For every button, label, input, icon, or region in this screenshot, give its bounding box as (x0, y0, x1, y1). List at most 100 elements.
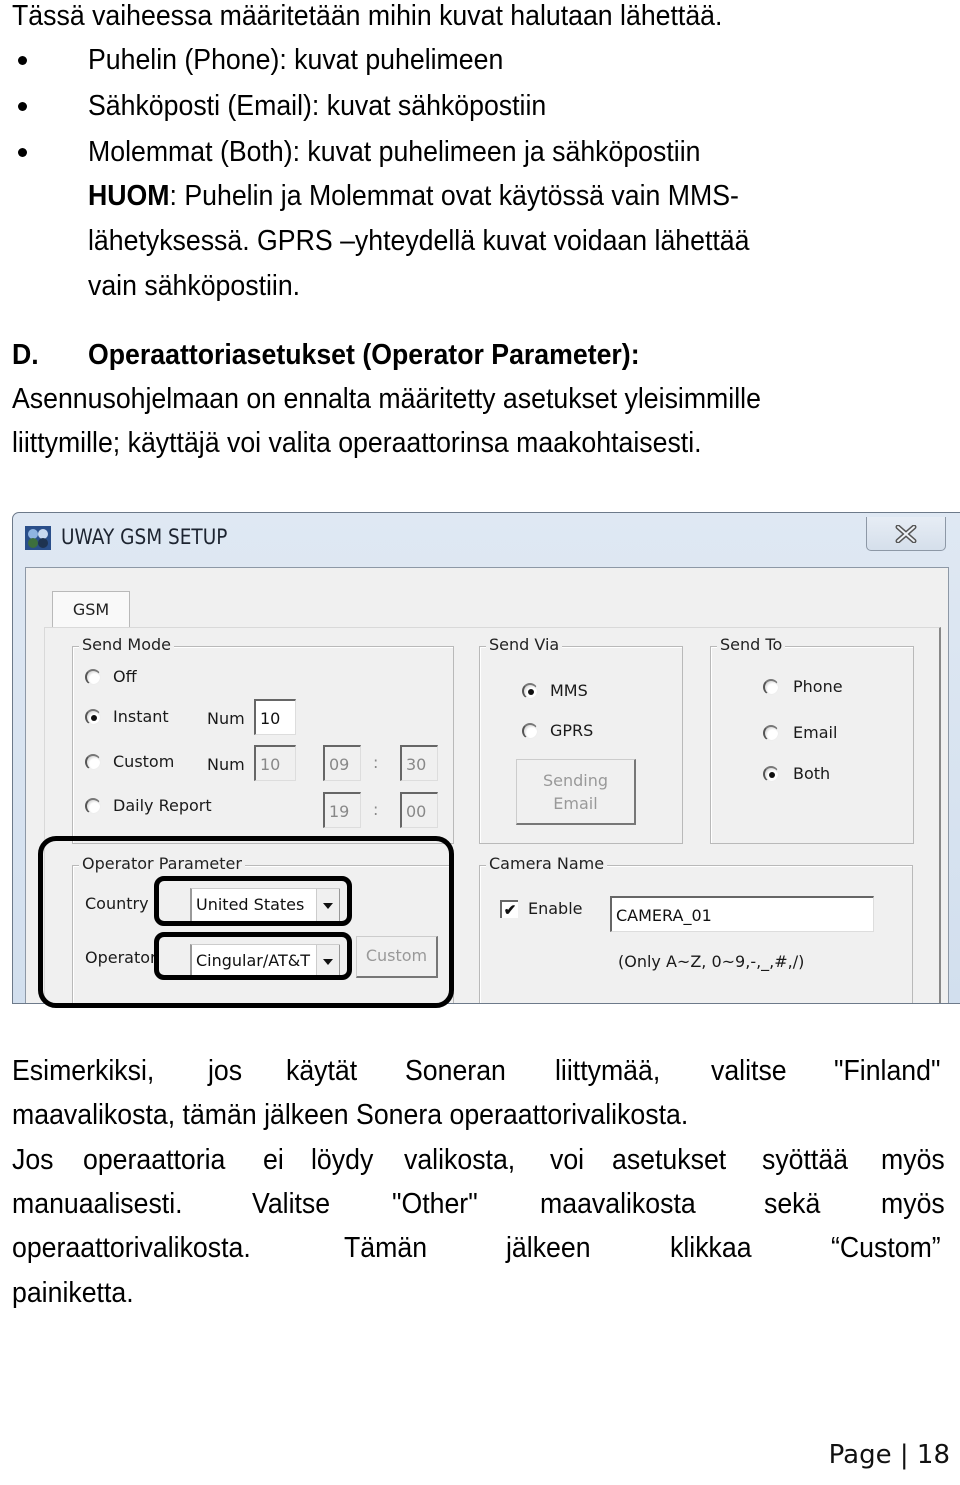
tab-gsm[interactable]: GSM (52, 591, 130, 627)
outro-word: asetukset (612, 1144, 727, 1176)
camera-name-label: Camera Name (486, 854, 608, 873)
outro-word: valitse (710, 1055, 787, 1087)
radio-mms-label: MMS (550, 681, 588, 700)
radio-daily-report[interactable] (85, 798, 101, 814)
camera-name-group: Camera Name ✔ Enable CAMERA_01 (Only A~Z… (479, 854, 913, 1003)
radio-instant[interactable] (85, 709, 101, 725)
section-text-1: Asennusohjelmaan on ennalta määritetty a… (12, 383, 761, 415)
outro-word: Soneran (404, 1055, 506, 1087)
outro-word: käytät (286, 1055, 358, 1087)
note-label: HUOM (88, 180, 170, 212)
page-footer: Page | 18 (829, 1440, 950, 1470)
close-button[interactable] (866, 517, 946, 551)
bullet-both: Molemmat (Both): kuvat puhelimeen ja säh… (88, 136, 701, 168)
outro-line: Esimerkiksi, jos käytät Soneran liittymää, va… (12, 1049, 950, 1093)
outro-word: “Custom” (830, 1232, 941, 1264)
sending-email-line2: Email (553, 794, 598, 813)
sending-email-button[interactable]: Sending Email (516, 759, 636, 825)
outro-line: maavalikosta, tämän jälkeen Sonera opera… (12, 1093, 950, 1137)
custom-num-label: Num (207, 755, 245, 774)
outro-word: Valitse (252, 1188, 331, 1220)
outro-word: löydy (310, 1144, 373, 1176)
window-title: UWAY GSM SETUP (61, 525, 228, 549)
section-heading: Operaattoriasetukset (Operator Parameter… (88, 339, 640, 371)
bullet-email: Sähköposti (Email): kuvat sähköpostiin (88, 90, 547, 122)
sending-email-line1: Sending (542, 771, 609, 790)
radio-daily-report-label: Daily Report (113, 796, 212, 815)
highlight-operator-select (154, 932, 352, 980)
outro-word: liittymää, (555, 1055, 661, 1087)
page-separator: | (899, 1440, 909, 1470)
outro-word: myös (880, 1188, 945, 1220)
outro-word: Esimerkiksi, (12, 1055, 155, 1087)
outro-line: operaattorivalikosta. Tämän jälkeen klikkaa… (12, 1226, 950, 1270)
daily-minute-input[interactable]: 00 (400, 792, 438, 828)
send-to-label: Send To (717, 635, 786, 654)
radio-email-label: Email (793, 723, 838, 742)
highlight-country-select (154, 876, 352, 926)
outro-word: maavalikosta, tämän jälkeen Sonera opera… (12, 1099, 689, 1131)
instant-num-label: Num (207, 709, 245, 728)
outro-word: jälkeen (505, 1232, 591, 1264)
camera-name-input[interactable]: CAMERA_01 (610, 896, 874, 932)
custom-num-input[interactable]: 10 (254, 745, 296, 781)
radio-phone-label: Phone (793, 677, 843, 696)
enable-label: Enable (528, 899, 583, 918)
outro-word: operaattoria (82, 1144, 225, 1176)
outro-line: manuaalisesti. Valitse "Other" maavalikosta… (12, 1182, 950, 1226)
note-text: : Puhelin ja Molemmat ovat käytössä vain… (169, 180, 739, 212)
page-number: 18 (916, 1440, 950, 1470)
bullet-icon (18, 148, 27, 157)
outro-word: voi (549, 1144, 585, 1176)
bullet-phone: Puhelin (Phone): kuvat puhelimeen (88, 44, 504, 76)
outro-word: manuaalisesti. (12, 1188, 183, 1220)
radio-both[interactable] (763, 766, 779, 782)
outro-word: sekä (764, 1188, 821, 1220)
radio-gprs-label: GPRS (550, 721, 594, 740)
outro-word: painiketta. (12, 1277, 134, 1309)
send-via-group: Send Via MMS GPRS Sending Email (479, 635, 683, 844)
outro-line: painiketta. (12, 1271, 950, 1315)
custom-hour-input[interactable]: 09 (323, 745, 361, 781)
outro-word: jos (207, 1055, 242, 1087)
custom-minute-input[interactable]: 30 (400, 745, 438, 781)
outro-word: "Finland" (834, 1055, 941, 1087)
outro-word: klikkaa (669, 1232, 752, 1264)
send-to-group: Send To Phone Email Both (710, 635, 914, 844)
radio-custom-label: Custom (113, 752, 175, 771)
radio-email[interactable] (763, 725, 779, 741)
outro-word: Jos (12, 1144, 54, 1176)
note-line-1: HUOM: Puhelin ja Molemmat ovat käytössä … (88, 174, 739, 218)
send-via-label: Send Via (486, 635, 563, 654)
radio-gprs[interactable] (522, 723, 538, 739)
note-line-2: lähetyksessä. GPRS –yhteydellä kuvat voi… (88, 225, 750, 257)
enable-checkbox[interactable]: ✔ (500, 900, 518, 919)
outro-word: ei (262, 1144, 284, 1176)
bullet-icon (18, 102, 27, 111)
checkmark-icon: ✔ (503, 902, 517, 919)
page-label: Page (828, 1440, 892, 1470)
send-mode-label: Send Mode (79, 635, 174, 654)
outro-word: maavalikosta (540, 1188, 696, 1220)
outro-word: Tämän (343, 1232, 427, 1264)
radio-both-label: Both (793, 764, 831, 783)
camera-name-hint: (Only A~Z, 0~9,-,_,#,/) (618, 952, 805, 971)
radio-custom[interactable] (85, 754, 101, 770)
outro-word: myös (880, 1144, 945, 1176)
outro-word: "Other" (392, 1188, 478, 1220)
daily-time-colon: : (373, 800, 379, 819)
bullet-icon (18, 56, 27, 65)
intro-line: Tässä vaiheessa määritetään mihin kuvat … (12, 0, 723, 32)
instant-num-input[interactable]: 10 (254, 699, 296, 735)
radio-phone[interactable] (763, 679, 779, 695)
app-icon (25, 526, 51, 550)
section-letter: D. (12, 339, 39, 371)
send-mode-group: Send Mode Off Instant Num 10 Custom Num … (72, 635, 454, 844)
section-text-2: liittymille; käyttäjä voi valita operaat… (12, 427, 702, 459)
radio-mms[interactable] (522, 683, 538, 699)
close-icon (895, 524, 917, 543)
note-line-3: vain sähköpostiin. (88, 270, 301, 302)
daily-hour-input[interactable]: 19 (323, 792, 361, 828)
radio-off[interactable] (85, 669, 101, 685)
outro-word: operaattorivalikosta. (12, 1232, 251, 1264)
